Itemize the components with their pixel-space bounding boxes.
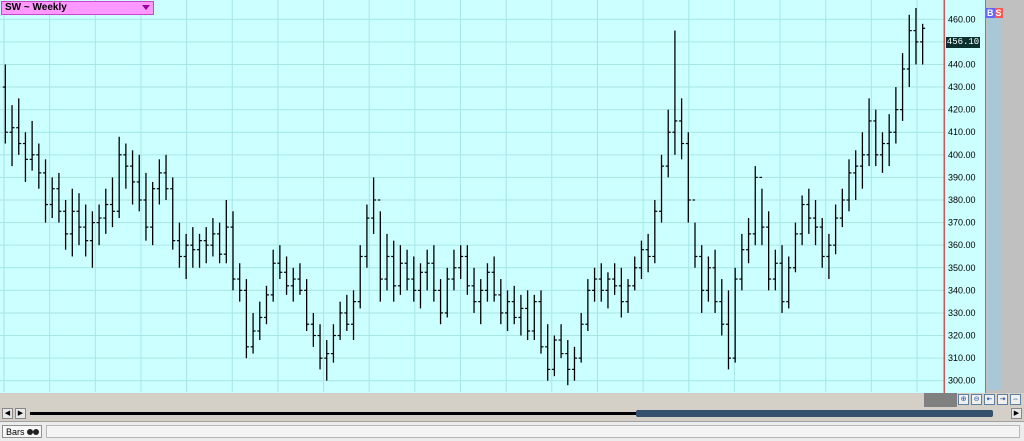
nav-scroll-indicator[interactable]	[924, 393, 957, 407]
price-tick-label: 410.00	[948, 127, 976, 137]
price-tick-label: 390.00	[948, 172, 976, 182]
bars-tab-label: Bars	[6, 427, 25, 437]
price-tick-label: 350.00	[948, 263, 976, 273]
scroll-thumb[interactable]	[636, 410, 993, 417]
price-tick-label: 420.00	[948, 105, 976, 115]
price-tick-label: 320.00	[948, 331, 976, 341]
right-panel	[985, 0, 1024, 393]
expand-left-icon[interactable]: ⇤	[984, 394, 995, 405]
price-tick-label: 430.00	[948, 82, 976, 92]
sell-label[interactable]: S	[994, 8, 1003, 18]
price-tick-label: 400.00	[948, 150, 976, 160]
right-scroll-strip[interactable]	[988, 14, 1002, 390]
link-icon	[27, 429, 41, 435]
last-price-label: 456.10	[946, 37, 980, 48]
expand-right-icon[interactable]: ⇥	[997, 394, 1008, 405]
price-tick-label: 370.00	[948, 218, 976, 228]
price-tick-label: 380.00	[948, 195, 976, 205]
chart-toolbar: ⊕ ⊖ ⇤ ⇥ ⇔	[0, 393, 1024, 407]
symbol-selector[interactable]: SW ~ Weekly	[1, 1, 154, 15]
scroll-right-small-icon[interactable]: ▶	[15, 408, 26, 419]
buy-sell-badge[interactable]: BS	[986, 8, 1003, 18]
buy-label[interactable]: B	[986, 8, 995, 18]
compress-icon[interactable]: ⇔	[1010, 394, 1021, 405]
price-tick-label: 340.00	[948, 285, 976, 295]
zoom-out-icon[interactable]: ⊖	[971, 394, 982, 405]
scroll-left-icon[interactable]: ◀	[2, 408, 13, 419]
symbol-label: SW ~ Weekly	[5, 2, 67, 13]
scroll-right-icon[interactable]: ▶	[1011, 408, 1022, 419]
price-chart-svg[interactable]: 300.00 310.00 320.00 330.00 340.00 350.00 360.…	[0, 0, 985, 408]
price-tick-label: 360.00	[948, 240, 976, 250]
dropdown-arrow-icon[interactable]	[142, 5, 150, 10]
horizontal-scroll: ◀ ▶ ▶	[0, 407, 1024, 420]
chart-window[interactable]: 300.00 310.00 320.00 330.00 340.00 350.00 360.…	[0, 0, 1024, 441]
status-field	[46, 425, 1020, 438]
price-tick-label: 440.00	[948, 59, 976, 69]
price-tick-label: 300.00	[948, 376, 976, 386]
price-tick-label: 310.00	[948, 353, 976, 363]
bars-tab[interactable]: Bars	[2, 425, 42, 438]
zoom-in-icon[interactable]: ⊕	[958, 394, 969, 405]
price-tick-label: 460.00	[948, 14, 976, 24]
status-bar: Bars	[0, 421, 1024, 441]
price-tick-label: 330.00	[948, 308, 976, 318]
